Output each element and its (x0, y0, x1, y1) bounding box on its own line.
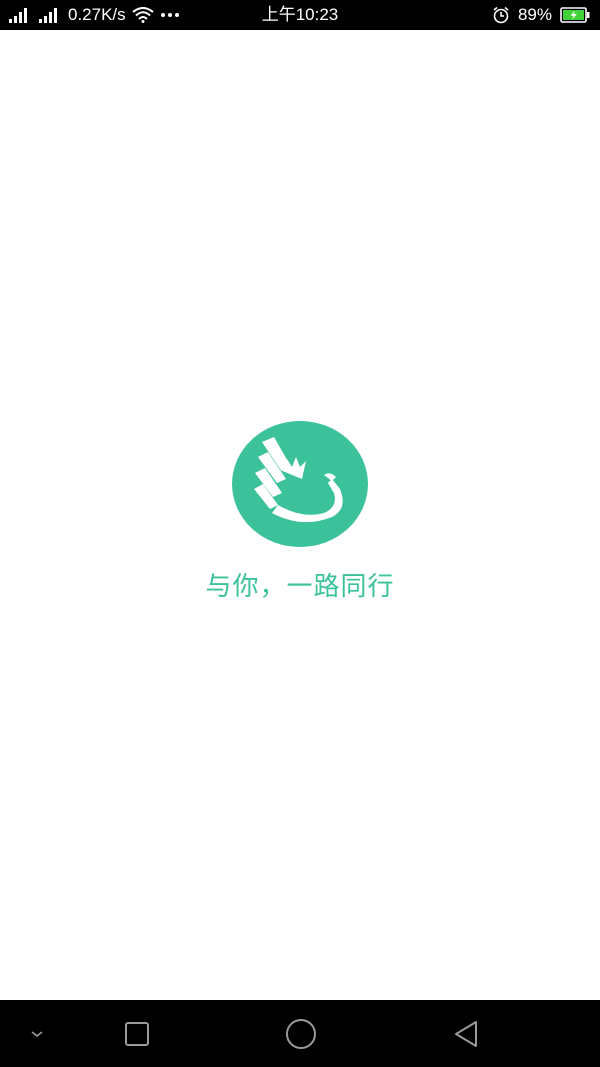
recents-square-icon[interactable] (120, 1000, 154, 1067)
collapse-chevron-icon[interactable] (22, 1000, 52, 1067)
back-triangle-icon[interactable] (448, 1000, 484, 1067)
battery-percent: 89% (517, 5, 552, 24)
alarm-icon (492, 6, 510, 24)
status-bar: 0.27K/s 上午10:23 89% (0, 0, 600, 30)
slogan-text: 与你，一路同行 (205, 572, 395, 602)
navigation-bar (0, 1000, 600, 1067)
home-circle-icon[interactable] (283, 1000, 319, 1067)
splash-screen: 0.27K/s 上午10:23 89% 与你，一路同行 (0, 0, 600, 1067)
status-bar-right: 89% (492, 0, 590, 30)
app-logo-icon (232, 421, 368, 547)
battery-charging-icon (560, 7, 590, 23)
